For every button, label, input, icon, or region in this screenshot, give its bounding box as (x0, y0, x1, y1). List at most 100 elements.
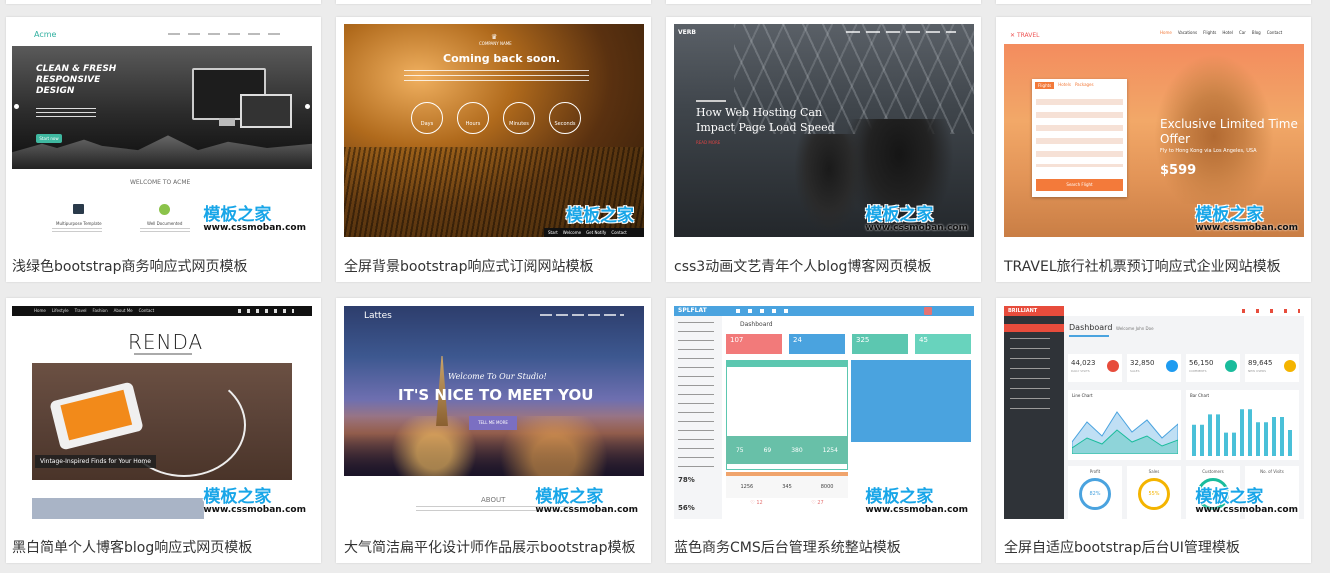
template-title[interactable]: 黑白简单个人博客blog响应式网页模板 (12, 537, 252, 557)
nav-vacations[interactable]: Vacations (1178, 30, 1197, 35)
nav-lifestyle[interactable]: Lifestyle (52, 306, 69, 316)
sidebar: 78% 56% (674, 316, 722, 519)
hero-image: Lattes Welcome To Our Studio! IT'S NICE … (344, 306, 644, 476)
gauge-label: Sales (1148, 469, 1160, 474)
brand-logo: Acme (34, 30, 57, 39)
watermark: 模板之家 www.cssmoban.com (1195, 487, 1298, 515)
bottom-nav: Start Welcome Get Notify Contact (544, 228, 644, 237)
tab-hotels[interactable]: Hotels (1058, 82, 1071, 89)
template-card[interactable]: Home Lifestyle Travel Fashion About Me C… (6, 298, 321, 563)
template-card[interactable]: SPLFLAT 78% 56% Dashboard 107 24 325 45 … (666, 298, 981, 563)
template-title[interactable]: 大气简洁扁平化设计师作品展示bootstrap模板 (344, 537, 636, 557)
header-icons[interactable] (1242, 309, 1300, 313)
nav-car[interactable]: Car (1239, 30, 1246, 35)
stat-label: COMMENTS (1189, 369, 1207, 373)
template-title[interactable]: 蓝色商务CMS后台管理系统整站模板 (674, 537, 901, 557)
slider-arrow-right-icon[interactable] (305, 104, 310, 109)
nav-contact[interactable]: Contact (139, 306, 155, 316)
template-thumbnail[interactable]: Lattes Welcome To Our Studio! IT'S NICE … (344, 306, 644, 519)
tab-flights[interactable]: Flights (1035, 82, 1055, 89)
template-thumbnail[interactable]: ♛ COMPANY NAME Coming back soon. Days Ho… (344, 24, 644, 237)
welcome-text: Welcome John Doe (1116, 326, 1154, 331)
template-title[interactable]: 全屏自适应bootstrap后台UI管理模板 (1004, 537, 1240, 557)
template-thumbnail[interactable]: Acme CLEAN & FRESH RESPONSIVE DESIGN Sta… (12, 24, 312, 237)
nav-hotel[interactable]: Hotel (1222, 30, 1233, 35)
feature-label: Well Documented (147, 221, 183, 226)
search-flight-button[interactable]: Search Flight (1036, 179, 1123, 191)
sidebar-menu[interactable] (1010, 338, 1050, 418)
nav-contact[interactable]: Contact (611, 228, 627, 237)
line-chart (1072, 411, 1178, 454)
booking-form: Flights Hotels Packages Search Flight (1032, 79, 1127, 197)
slider-arrow-left-icon[interactable] (14, 104, 19, 109)
header-icons[interactable] (736, 309, 796, 313)
nav-flights[interactable]: Flights (1203, 30, 1216, 35)
offer-price: $599 (1160, 163, 1197, 178)
row-value: 8000 (820, 484, 834, 490)
sidebar-menu[interactable] (678, 322, 714, 472)
sidebar-active-item[interactable] (1004, 324, 1064, 332)
card-sliver (6, 0, 321, 4)
template-thumbnail[interactable]: ✕ TRAVEL Home Vacations Flights Hotel Ca… (1004, 24, 1304, 237)
template-title[interactable]: 全屏背景bootstrap响应式订阅网站模板 (344, 256, 594, 276)
template-title[interactable]: TRAVEL旅行社机票预订响应式企业网站模板 (1004, 256, 1281, 276)
stat-card: 32,850 SALES (1127, 354, 1181, 382)
template-card[interactable]: BRILLIANT Dashboard Welcome John Doe 44,… (996, 298, 1311, 563)
stat-card: 44,023 DAILY VISITS (1068, 354, 1122, 382)
tell-me-more-button[interactable]: TELL ME MORE (469, 416, 517, 430)
countdown-minutes: Minutes (503, 102, 535, 134)
panel-header (727, 361, 847, 367)
template-card[interactable]: VERB How Web Hosting Can Impact Page Loa… (666, 17, 981, 282)
chart-title: Bar Chart (1190, 393, 1210, 398)
nav-travel[interactable]: Travel (75, 306, 87, 316)
tab-packages[interactable]: Packages (1075, 82, 1094, 89)
template-card[interactable]: ♛ COMPANY NAME Coming back soon. Days Ho… (336, 17, 651, 282)
feature-text-lines (140, 228, 190, 234)
nav-welcome[interactable]: Welcome (563, 228, 581, 237)
post-title-box[interactable]: Vintage-Inspired Finds for Your Home (35, 455, 156, 468)
user-avatar[interactable] (924, 307, 932, 315)
nav-contact[interactable]: Contact (1267, 30, 1283, 35)
nav-fashion[interactable]: Fashion (93, 306, 108, 316)
bar-chart-panel: Bar Chart (1186, 390, 1299, 460)
post-headline: How Web Hosting Can (696, 106, 823, 119)
offer-route: Fly to Hong Kong via Los Angeles, USA (1160, 148, 1257, 154)
imac-stand (219, 118, 235, 126)
template-thumbnail[interactable]: Home Lifestyle Travel Fashion About Me C… (12, 306, 312, 519)
template-title[interactable]: 浅绿色bootstrap商务响应式网页模板 (12, 256, 248, 276)
stat-value: 56,150 (1189, 359, 1214, 367)
start-now-button[interactable]: Start now (36, 134, 62, 143)
read-more-link[interactable]: READ MORE (696, 140, 720, 145)
breadcrumb (1069, 335, 1109, 337)
template-thumbnail[interactable]: BRILLIANT Dashboard Welcome John Doe 44,… (1004, 306, 1304, 519)
nav-about-me[interactable]: About Me (114, 306, 133, 316)
stat-tile-green: 325 (852, 334, 908, 354)
template-thumbnail[interactable]: SPLFLAT 78% 56% Dashboard 107 24 325 45 … (674, 306, 974, 519)
template-thumbnail[interactable]: VERB How Web Hosting Can Impact Page Loa… (674, 24, 974, 237)
nav-bar (168, 33, 288, 35)
form-fields[interactable] (1036, 95, 1123, 167)
stat-value: 89,645 (1248, 359, 1273, 367)
template-card[interactable]: Acme CLEAN & FRESH RESPONSIVE DESIGN Sta… (6, 17, 321, 282)
row-value: 1256 (740, 484, 754, 490)
about-heading: ABOUT (481, 496, 506, 504)
nav-home[interactable]: Home (34, 306, 46, 316)
nav-home[interactable]: Home (1160, 30, 1172, 35)
top-nav: Home Vacations Flights Hotel Car Blog Co… (1160, 30, 1282, 35)
social-icons[interactable] (238, 309, 294, 313)
template-card[interactable]: Lattes Welcome To Our Studio! IT'S NICE … (336, 298, 651, 563)
stat-value: 44,023 (1071, 359, 1096, 367)
template-title[interactable]: css3动画文艺青年个人blog博客网页模板 (674, 256, 931, 276)
watermark: 模板之家 (566, 206, 634, 226)
admin-logo-bar: BRILLIANT (1004, 306, 1064, 316)
template-card[interactable]: ✕ TRAVEL Home Vacations Flights Hotel Ca… (996, 17, 1311, 282)
nav-get-notify[interactable]: Get Notify (586, 228, 606, 237)
stat-tile-blue: 24 (789, 334, 845, 354)
nav-start[interactable]: Start (548, 228, 558, 237)
percent-value: 78% (678, 476, 695, 484)
gauge-label: No. of Visits (1260, 469, 1284, 474)
feature-label: Multipurpose Template (56, 221, 102, 226)
nav-bar (846, 31, 956, 33)
stat-tile-teal: 45 (915, 334, 971, 354)
nav-blog[interactable]: Blog (1252, 30, 1261, 35)
